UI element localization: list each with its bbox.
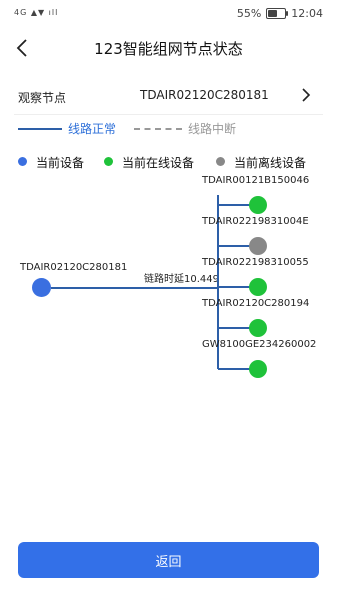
page-title: 123智能组网节点状态 — [94, 40, 243, 58]
legend-online-label: 当前在线设备 — [122, 156, 195, 170]
child-node[interactable] — [249, 278, 267, 296]
legend-offline-dot — [216, 157, 225, 166]
root-node[interactable] — [32, 278, 51, 297]
status-bar: 4G ▲▼ ıll 55% 12:04 — [0, 0, 337, 28]
branch-line — [218, 245, 250, 247]
child-node-label: TDAIR02219831004E — [202, 216, 309, 227]
observe-node-value[interactable]: TDAIR02120C280181 — [140, 88, 269, 102]
branch-line — [218, 327, 250, 329]
legend-line-broken: 线路中断 — [188, 122, 237, 136]
branch-line — [218, 286, 250, 288]
legend-dashed-line — [134, 128, 182, 130]
child-node[interactable] — [249, 360, 267, 378]
network-indicator: 4G ▲▼ ıll — [14, 8, 59, 17]
child-node[interactable] — [249, 319, 267, 337]
clock: 12:04 — [291, 7, 323, 20]
legend-line-normal: 线路正常 — [68, 122, 117, 136]
child-node-label: TDAIR00121B150046 — [202, 175, 310, 186]
legend-solid-line — [18, 128, 62, 130]
child-node[interactable] — [249, 196, 267, 214]
link-latency-label: 链路时延10.449 — [144, 274, 219, 285]
chevron-right-icon[interactable] — [298, 86, 314, 104]
battery-percent: 55% — [236, 7, 262, 20]
branch-line — [218, 204, 250, 206]
legend-current-label: 当前设备 — [36, 156, 85, 170]
legend-offline-label: 当前离线设备 — [234, 156, 307, 170]
status-right: 55% 12:04 — [237, 7, 323, 20]
link-line — [51, 287, 219, 289]
child-node-label: TDAIR02120C280194 — [202, 298, 310, 309]
legend-current-dot — [18, 157, 27, 166]
child-node-label: GW8100GE234260002 — [202, 339, 317, 350]
root-node-label: TDAIR02120C280181 — [20, 262, 128, 273]
child-node-label: TDAIR022198310055 — [202, 257, 309, 268]
observe-node-label: 观察节点 — [18, 91, 67, 105]
legend-online-dot — [104, 157, 113, 166]
battery-icon — [266, 8, 289, 19]
back-button[interactable]: 返回 — [18, 542, 319, 578]
child-node[interactable] — [249, 237, 267, 255]
branch-line — [218, 368, 250, 370]
divider — [14, 114, 323, 115]
